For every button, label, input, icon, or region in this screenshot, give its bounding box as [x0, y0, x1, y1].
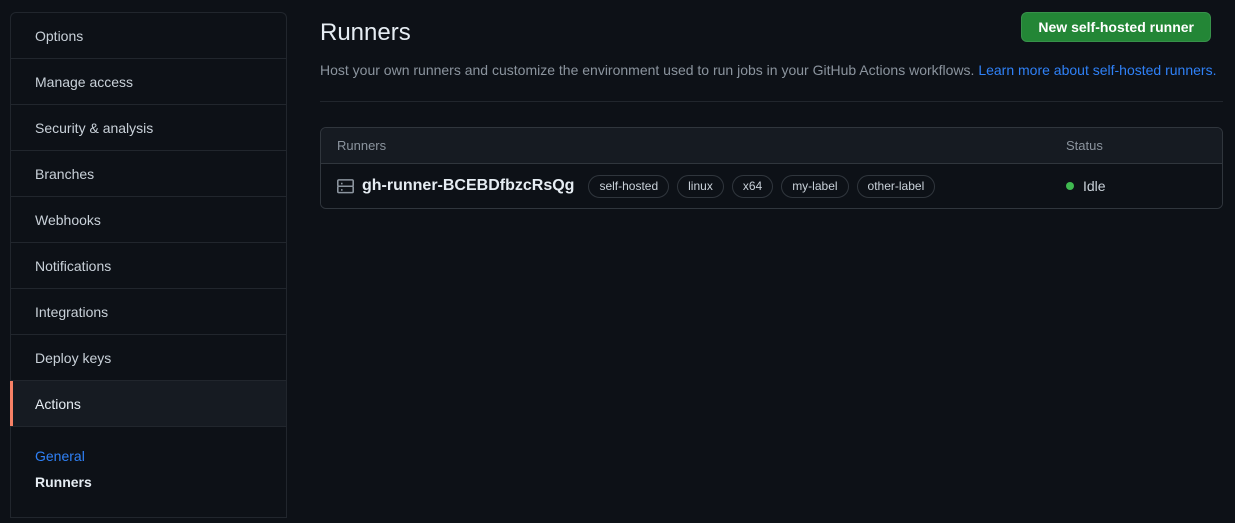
label-pill: self-hosted: [588, 174, 670, 198]
sidebar-item-label: Notifications: [35, 257, 112, 274]
actions-subnav: General Runners: [11, 427, 286, 518]
sidebar-item-label: Manage access: [35, 73, 134, 90]
runner-status: Idle: [1046, 178, 1206, 194]
runners-table-header: Runners Status: [321, 128, 1222, 164]
learn-more-link[interactable]: Learn more about self-hosted runners.: [978, 62, 1216, 78]
label-pill: x64: [731, 174, 774, 198]
column-header-status: Status: [1066, 138, 1103, 153]
server-icon: [337, 178, 354, 195]
subnav-item-runners[interactable]: Runners: [35, 469, 286, 495]
settings-sidebar: Options Manage access Security & analysi…: [10, 12, 287, 518]
column-header-runners: Runners: [337, 138, 387, 153]
page-description-text: Host your own runners and customize the …: [320, 62, 979, 78]
runner-name[interactable]: gh-runner-BCEBDfbzcRsQg: [362, 177, 574, 195]
sidebar-item-label: Options: [35, 27, 84, 44]
label-pill: linux: [677, 174, 724, 198]
sidebar-item-label: Deploy keys: [35, 349, 112, 366]
sidebar-item-label: Webhooks: [35, 211, 101, 228]
runners-settings-page: Options Manage access Security & analysi…: [0, 0, 1235, 523]
sidebar-item-label: Branches: [35, 165, 95, 182]
sidebar-item-options[interactable]: Options: [11, 13, 286, 59]
header-divider: [320, 101, 1223, 102]
sidebar-item-label: Security & analysis: [35, 119, 154, 136]
runner-info: gh-runner-BCEBDfbzcRsQg self-hosted linu…: [337, 174, 1046, 198]
label-pill: other-label: [856, 174, 936, 198]
status-badge: Idle: [1083, 178, 1106, 194]
sidebar-item-notifications[interactable]: Notifications: [11, 243, 286, 289]
sidebar-item-deploy-keys[interactable]: Deploy keys: [11, 335, 286, 381]
main-content: Runners Host your own runners and custom…: [320, 0, 1223, 523]
table-row[interactable]: gh-runner-BCEBDfbzcRsQg self-hosted linu…: [321, 164, 1222, 208]
runner-labels: self-hosted linux x64 my-label other-lab…: [588, 174, 936, 198]
sidebar-item-integrations[interactable]: Integrations: [11, 289, 286, 335]
sidebar-item-security-analysis[interactable]: Security & analysis: [11, 105, 286, 151]
sidebar-item-branches[interactable]: Branches: [11, 151, 286, 197]
page-header: Runners Host your own runners and custom…: [320, 0, 1223, 102]
sidebar-item-label: Integrations: [35, 303, 109, 320]
page-description: Host your own runners and customize the …: [320, 60, 1223, 80]
runners-table: Runners Status gh-runner-BCEBDfbzcRsQg s…: [320, 127, 1223, 209]
sidebar-item-label: Actions: [35, 395, 81, 412]
sidebar-item-actions[interactable]: Actions: [10, 381, 286, 427]
sidebar-item-webhooks[interactable]: Webhooks: [11, 197, 286, 243]
status-dot-icon: [1066, 182, 1074, 190]
new-self-hosted-runner-button[interactable]: New self-hosted runner: [1021, 12, 1211, 42]
label-pill: my-label: [781, 174, 849, 198]
sidebar-item-manage-access[interactable]: Manage access: [11, 59, 286, 105]
subnav-item-general[interactable]: General: [35, 443, 286, 469]
